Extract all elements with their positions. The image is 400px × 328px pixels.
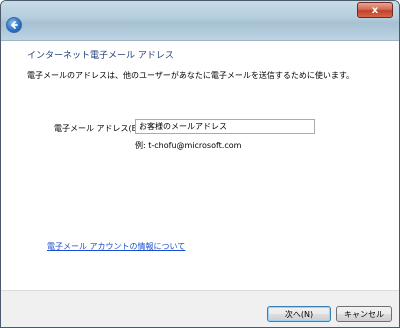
- close-button[interactable]: x: [357, 2, 393, 18]
- wizard-content: インターネット電子メール アドレス 電子メールのアドレスは、他のユーザーがあなた…: [1, 42, 399, 290]
- back-arrow-icon: [11, 21, 18, 29]
- email-example: 例: t-chofu@microsoft.com: [135, 141, 242, 150]
- page-title: インターネット電子メール アドレス: [27, 51, 174, 61]
- title-bar: x: [1, 1, 399, 41]
- email-field[interactable]: [135, 119, 315, 134]
- close-icon: x: [371, 4, 379, 16]
- button-bar: 次へ(N) キャンセル: [1, 290, 399, 327]
- next-button[interactable]: 次へ(N): [267, 306, 331, 322]
- wizard-window: x インターネット電子メール アドレス 電子メールのアドレスは、他のユーザーがあ…: [0, 0, 400, 328]
- back-button[interactable]: [6, 17, 22, 33]
- account-info-link[interactable]: 電子メール アカウントの情報について: [47, 241, 185, 252]
- email-label: 電子メール アドレス(E):: [54, 124, 143, 133]
- cancel-button[interactable]: キャンセル: [336, 306, 392, 322]
- page-description: 電子メールのアドレスは、他のユーザーがあなたに電子メールを送信するために使います…: [27, 71, 355, 80]
